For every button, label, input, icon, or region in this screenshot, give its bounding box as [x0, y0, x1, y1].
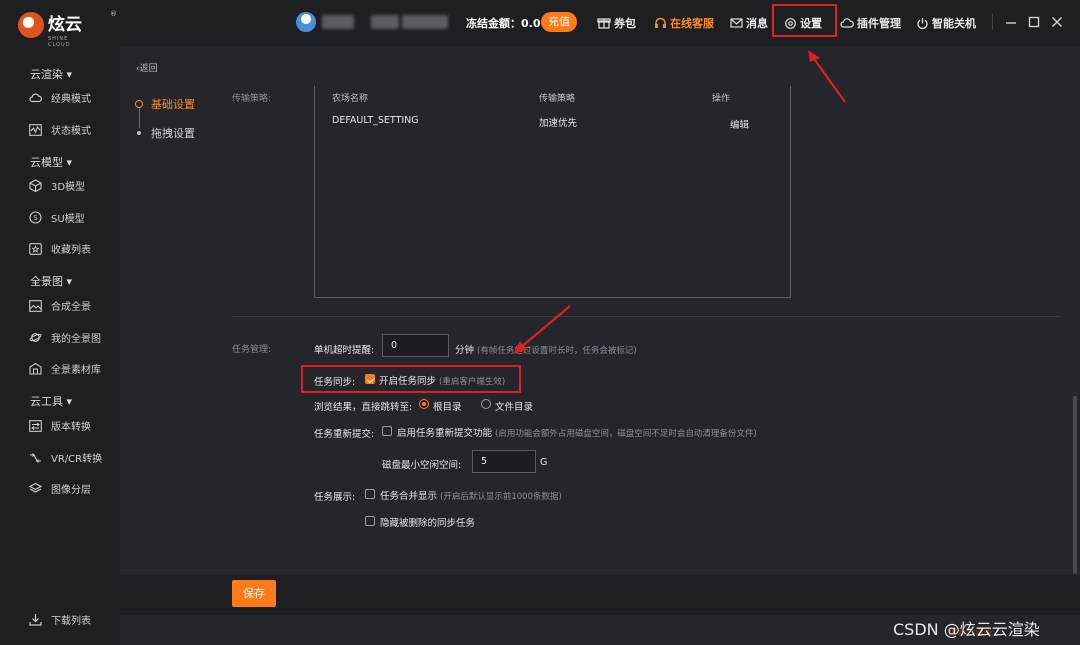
app-window: 炫云 SHINE CLOUD ® 冻结金额：0.0 充值 券包 在线客服 消息 … [0, 0, 1080, 645]
arrow-to-task-sync [513, 305, 571, 354]
watermark: CSDN @炫云云渲染 [893, 620, 1040, 639]
arrow-to-settings [808, 50, 846, 103]
annotation-arrows [513, 50, 846, 354]
